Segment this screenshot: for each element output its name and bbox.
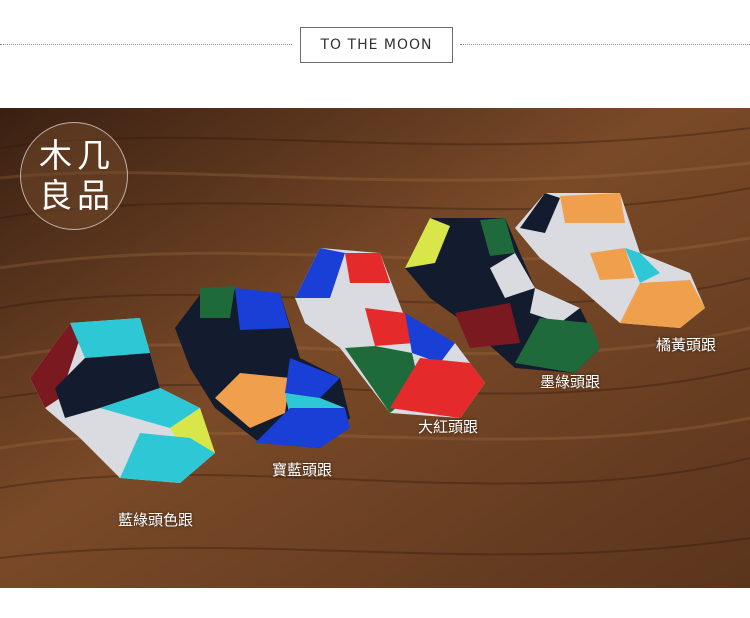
dotted-divider-right bbox=[460, 44, 750, 45]
page-title: TO THE MOON bbox=[300, 27, 453, 63]
logo-char-2: 几 bbox=[77, 136, 110, 175]
dotted-divider-left bbox=[0, 44, 292, 45]
label-blue-green: 藍綠頭色跟 bbox=[118, 511, 194, 529]
footer-whitespace bbox=[0, 588, 750, 618]
label-royal-blue: 寶藍頭跟 bbox=[272, 461, 333, 479]
brand-logo: 木 几 良 品 bbox=[20, 122, 128, 230]
label-ink-green: 墨綠頭跟 bbox=[540, 373, 601, 391]
logo-char-4: 品 bbox=[77, 176, 110, 215]
logo-char-1: 木 bbox=[39, 136, 72, 175]
label-big-red: 大紅頭跟 bbox=[418, 418, 479, 436]
header: TO THE MOON bbox=[0, 0, 750, 108]
label-orange-yellow: 橘黃頭跟 bbox=[656, 336, 717, 354]
logo-char-3: 良 bbox=[39, 176, 72, 215]
